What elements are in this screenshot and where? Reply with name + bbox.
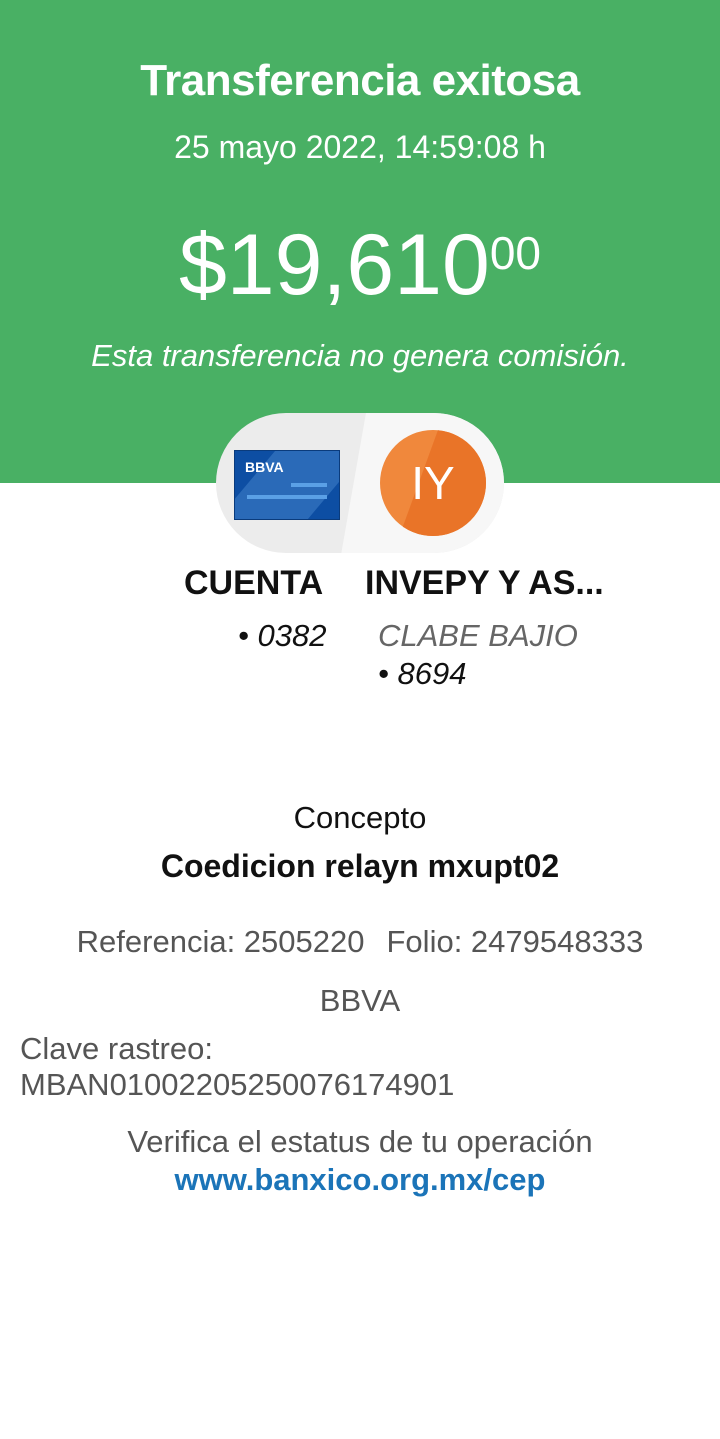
recipient-avatar: IY [380,430,486,536]
reference-row: Referencia: 2505220 Folio: 2479548333 [0,924,720,960]
recipient-bank: CLABE BAJIO [378,618,578,653]
amount-main: $19,610 [178,217,490,313]
bbva-card-icon: BBVA [234,450,340,520]
card-stripe [247,495,327,499]
concepto-label: Concepto [293,800,427,835]
origin-account-name: CUENTA [184,564,324,602]
recipient-name: INVEPY Y AS... [365,564,604,602]
page-title: Transferencia exitosa [140,56,580,105]
success-header: Transferencia exitosa 25 mayo 2022, 14:5… [0,0,720,483]
reference-number: Referencia: 2505220 [76,924,365,959]
avatar-initials: IY [411,457,455,509]
transfer-amount: $19,61000 [0,222,720,308]
fee-note: Esta transferencia no genera comisión. [91,338,629,373]
origin-bank-label: BBVA [319,983,401,1018]
card-brand: BBVA [245,459,284,475]
folio-number: Folio: 2479548333 [386,924,644,959]
amount-cents: 00 [489,227,542,279]
origin-account-number: • 0382 [238,618,327,653]
tracking-key-label: Clave rastreo: [20,1031,213,1066]
tracking-key-value: MBAN01002205250076174901 [20,1067,455,1102]
verify-status-text: Verifica el estatus de tu operación [127,1124,593,1159]
recipient-account-number: • 8694 [378,656,467,691]
concepto-value: Coedicion relayn mxupt02 [160,848,560,884]
banxico-cep-link[interactable]: www.banxico.org.mx/cep [0,1162,720,1198]
transfer-datetime: 25 mayo 2022, 14:59:08 h [174,129,546,165]
card-stripe [291,483,327,487]
